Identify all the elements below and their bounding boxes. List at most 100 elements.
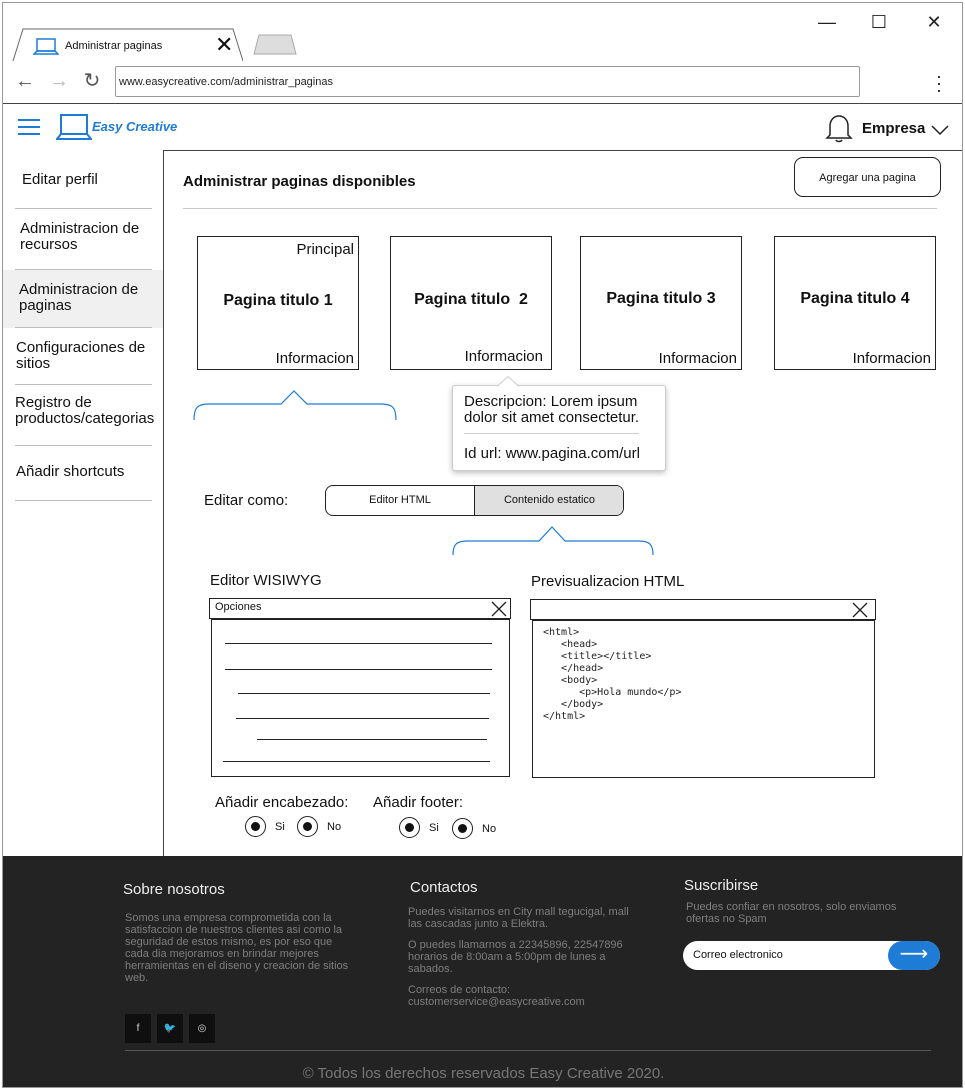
header-no-radio[interactable] (297, 816, 318, 837)
radio-dot (303, 822, 312, 831)
app-header: Easy Creative Empresa (3, 103, 962, 151)
card-title: Pagina titulo 3 (606, 290, 716, 307)
radio-dot (405, 823, 414, 832)
about-heading: Sobre nosotros (123, 881, 225, 898)
sidebar-divider (15, 269, 152, 270)
hamburger-menu-icon[interactable] (18, 118, 40, 136)
subscribe-heading: Suscribirse (684, 877, 759, 894)
forward-icon[interactable]: → (47, 69, 71, 93)
footer-yes-label: Si (429, 822, 439, 834)
laptop-icon (33, 38, 59, 55)
tooltip-pointer (497, 376, 519, 387)
sidebar-divider (15, 384, 152, 385)
info-tooltip: Descripcion: Lorem ipsum dolor sit amet … (452, 376, 666, 471)
chevron-down-icon[interactable] (930, 124, 950, 136)
card-info-link[interactable]: Informacion (276, 350, 354, 367)
add-page-button[interactable]: Agregar una pagina (794, 157, 941, 197)
contact-heading: Contactos (410, 879, 478, 896)
sidebar-divider (15, 500, 152, 501)
reload-icon[interactable]: ↻ (80, 69, 104, 93)
html-preview-code: <html> <head> <title></title> </head> <b… (543, 627, 682, 722)
preview-label: Previsualizacion HTML (531, 573, 685, 590)
wysiwyg-label: Editor WISIWYG (210, 572, 322, 589)
close-icon[interactable] (491, 601, 507, 617)
edit-mode-html-option[interactable]: Editor HTML (326, 486, 475, 515)
browser-window: — ☐ ✕ Administrar paginas ✕ ← → ↻ www.ea… (2, 2, 963, 1088)
text-line (223, 761, 490, 762)
add-header-label: Añadir encabezado: (215, 794, 349, 811)
page-card-1[interactable]: Principal Pagina titulo 1 Informacion (197, 236, 359, 370)
wysiwyg-editor-area[interactable] (211, 619, 510, 777)
sidebar-divider (15, 327, 152, 328)
sidebar-divider (15, 208, 152, 209)
footer-no-label: No (482, 823, 497, 835)
header-yes-radio[interactable] (245, 816, 266, 837)
maximize-icon[interactable]: ☐ (867, 11, 891, 33)
header-yes-label: Si (275, 821, 285, 833)
subscribe-arrow-button[interactable]: ⟶ (888, 941, 940, 970)
laptop-logo-icon (56, 114, 92, 140)
new-tab-button[interactable] (253, 33, 297, 55)
tab-title: Administrar paginas (65, 40, 163, 52)
card-title: Pagina titulo 2 (414, 291, 528, 308)
preview-toolbar (530, 599, 876, 620)
bell-icon[interactable] (825, 113, 853, 143)
sidebar-divider (15, 445, 152, 446)
tooltip-url: Id url: www.pagina.com/url (464, 445, 640, 462)
text-line (238, 693, 490, 694)
card-info-link[interactable]: Informacion (659, 350, 737, 367)
annotation-brace (452, 526, 654, 556)
text-line (236, 718, 489, 719)
sidebar-item-configuraciones[interactable]: Configuraciones de sitios (16, 340, 156, 372)
tab-close-icon[interactable]: ✕ (215, 32, 233, 58)
edit-mode-toggle: Editor HTML Contenido estatico (325, 485, 624, 516)
copyright-text: © Todos los derechos reservados Easy Cre… (302, 1065, 665, 1082)
sidebar-item-editar-perfil[interactable]: Editar perfil (22, 172, 152, 188)
brand-name[interactable]: Easy Creative (92, 119, 177, 134)
instagram-icon[interactable]: ◎ (189, 1014, 215, 1043)
radio-dot (458, 824, 467, 833)
sidebar-item-registro[interactable]: Registro de productos/categorias (15, 395, 163, 427)
contact-visit: Puedes visitarnos en City mall tegucigal… (408, 906, 629, 930)
footer-yes-radio[interactable] (399, 817, 420, 838)
page-card-4[interactable]: Pagina titulo 4 Informacion (774, 236, 936, 370)
header-no-label: No (327, 821, 342, 833)
annotation-brace (193, 390, 397, 421)
card-title: Pagina titulo 1 (223, 292, 333, 309)
page-card-3[interactable]: Pagina titulo 3 Informacion (580, 236, 742, 370)
sidebar: Editar perfil Administracion de recursos… (3, 150, 164, 856)
url-bar[interactable]: www.easycreative.com/administrar_paginas (115, 66, 860, 97)
footer-no-radio[interactable] (452, 818, 473, 839)
card-info-link[interactable]: Informacion (853, 350, 931, 367)
page-card-2[interactable]: Pagina titulo 2 Informacion (390, 236, 552, 370)
text-line (225, 643, 492, 644)
wysiwyg-toolbar: Opciones (209, 598, 511, 619)
sidebar-item-shortcuts[interactable]: Añadir shortcuts (16, 464, 156, 480)
edit-as-label: Editar como: (204, 492, 289, 509)
title-divider (183, 208, 937, 209)
page-title: Administrar paginas disponibles (183, 173, 416, 190)
radio-dot (251, 822, 260, 831)
card-title: Pagina titulo 4 (800, 290, 910, 307)
contact-mail: Correos de contacto: customerservice@eas… (408, 984, 585, 1008)
edit-mode-static-option[interactable]: Contenido estatico (475, 486, 623, 515)
company-dropdown[interactable]: Empresa (862, 120, 925, 137)
sidebar-item-recursos[interactable]: Administracion de recursos (20, 221, 150, 253)
footer-divider (125, 1050, 931, 1051)
sidebar-item-paginas[interactable]: Administracion de paginas (19, 282, 149, 314)
card-info-link[interactable]: Informacion (465, 348, 543, 365)
more-options-icon[interactable]: · · · (935, 67, 943, 99)
subscribe-text: Puedes confiar en nosotros, solo enviamo… (686, 901, 897, 925)
minimize-icon[interactable]: — (815, 11, 839, 33)
facebook-icon[interactable]: f (125, 1014, 151, 1043)
twitter-icon[interactable]: 🐦 (157, 1014, 183, 1043)
text-line (257, 739, 487, 740)
tooltip-description: Descripcion: Lorem ipsum dolor sit amet … (464, 393, 640, 426)
about-text: Somos una empresa comprometida con la sa… (125, 912, 349, 984)
close-icon[interactable] (852, 602, 868, 618)
back-icon[interactable]: ← (13, 69, 37, 93)
principal-badge: Principal (296, 241, 354, 258)
close-window-icon[interactable]: ✕ (922, 11, 946, 33)
tooltip-divider (464, 433, 639, 434)
options-menu[interactable]: Opciones (215, 601, 261, 613)
